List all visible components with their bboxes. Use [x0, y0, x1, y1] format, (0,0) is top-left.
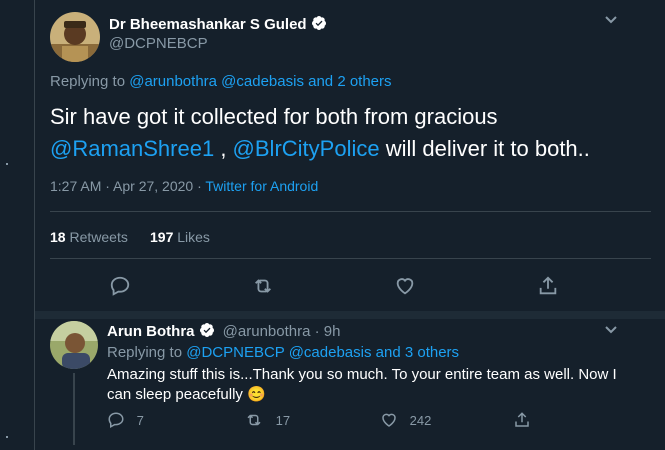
reply-text-line: can sleep peacefully 😊	[107, 386, 266, 403]
reply-replying-to: Replying to @DCPNEBCP @cadebasis and 3 o…	[107, 344, 460, 361]
reply-time[interactable]: · 9h	[310, 323, 341, 340]
share-button[interactable]	[537, 275, 559, 297]
source-link[interactable]: Twitter for Android	[205, 178, 318, 194]
mention-link[interactable]: @RamanShree1	[50, 136, 214, 161]
retweet-icon	[247, 414, 261, 426]
verified-badge-icon	[311, 16, 326, 30]
thread-line	[73, 373, 75, 445]
edge-mark	[6, 163, 8, 165]
reply-text-line: Amazing stuff this is...Thank you so muc…	[107, 366, 617, 383]
retweet-icon	[255, 279, 271, 293]
reply-share-button[interactable]	[513, 411, 531, 434]
reply-author-name[interactable]: Arun Bothra	[107, 323, 195, 340]
section-divider	[35, 311, 665, 319]
mention-link[interactable]: @DCPNEBCP	[186, 344, 284, 361]
reply-count: 7	[136, 413, 144, 428]
reply-reply-button[interactable]: 7	[107, 411, 144, 429]
mention-link[interactable]: @cadebasis	[221, 73, 304, 90]
tweet-feed: Dr Bheemashankar S Guled @DCPNEBCP Reply…	[34, 0, 665, 450]
mention-link[interactable]: @arunbothra	[129, 73, 217, 90]
divider	[50, 258, 651, 259]
tweet-timestamp: 1:27 AM · Apr 27, 2020 · Twitter for And…	[50, 178, 319, 194]
share-icon	[539, 276, 557, 295]
like-button[interactable]	[394, 275, 416, 297]
retweets-stat[interactable]: 18 Retweets	[50, 229, 128, 245]
smile-emoji-icon: 😊	[247, 386, 266, 403]
like-icon	[382, 413, 396, 427]
mention-link[interactable]: @BlrCityPolice	[233, 136, 380, 161]
author-name[interactable]: Dr Bheemashankar S Guled	[109, 15, 327, 33]
reply-author-handle[interactable]: @arunbothra	[223, 323, 311, 340]
chevron-down-icon[interactable]	[604, 15, 618, 25]
replying-to: Replying to @arunbothra @cadebasis and 2…	[50, 73, 392, 90]
retweet-count: 17	[275, 413, 291, 428]
mention-link[interactable]: @cadebasis	[289, 344, 372, 361]
verified-badge-icon	[199, 323, 214, 337]
reply-author-avatar[interactable]	[50, 321, 98, 369]
like-count: 242	[409, 413, 432, 428]
reply-retweet-button[interactable]: 17	[244, 411, 290, 429]
tweet-text-line: Sir have got it collected for both from …	[50, 104, 498, 129]
reply-like-button[interactable]: 242	[380, 411, 431, 429]
reply-icon	[108, 412, 124, 429]
others-link[interactable]: and 3 others	[376, 344, 459, 361]
retweet-button[interactable]	[251, 275, 275, 297]
reply-icon	[110, 276, 130, 296]
tweet-text-line: @RamanShree1 , @BlrCityPolice will deliv…	[50, 136, 590, 161]
edge-mark	[6, 436, 8, 438]
like-icon	[396, 278, 414, 295]
author-avatar[interactable]	[50, 12, 100, 62]
author-handle[interactable]: @DCPNEBCP	[109, 35, 208, 52]
likes-stat[interactable]: 197 Likes	[150, 229, 210, 245]
reply-header: Arun Bothra @arunbothra · 9h	[107, 322, 340, 340]
chevron-down-icon[interactable]	[604, 325, 618, 335]
share-icon	[515, 412, 529, 427]
reply-button[interactable]	[109, 275, 131, 297]
others-link[interactable]: and 2 others	[308, 73, 391, 90]
divider	[50, 211, 651, 212]
